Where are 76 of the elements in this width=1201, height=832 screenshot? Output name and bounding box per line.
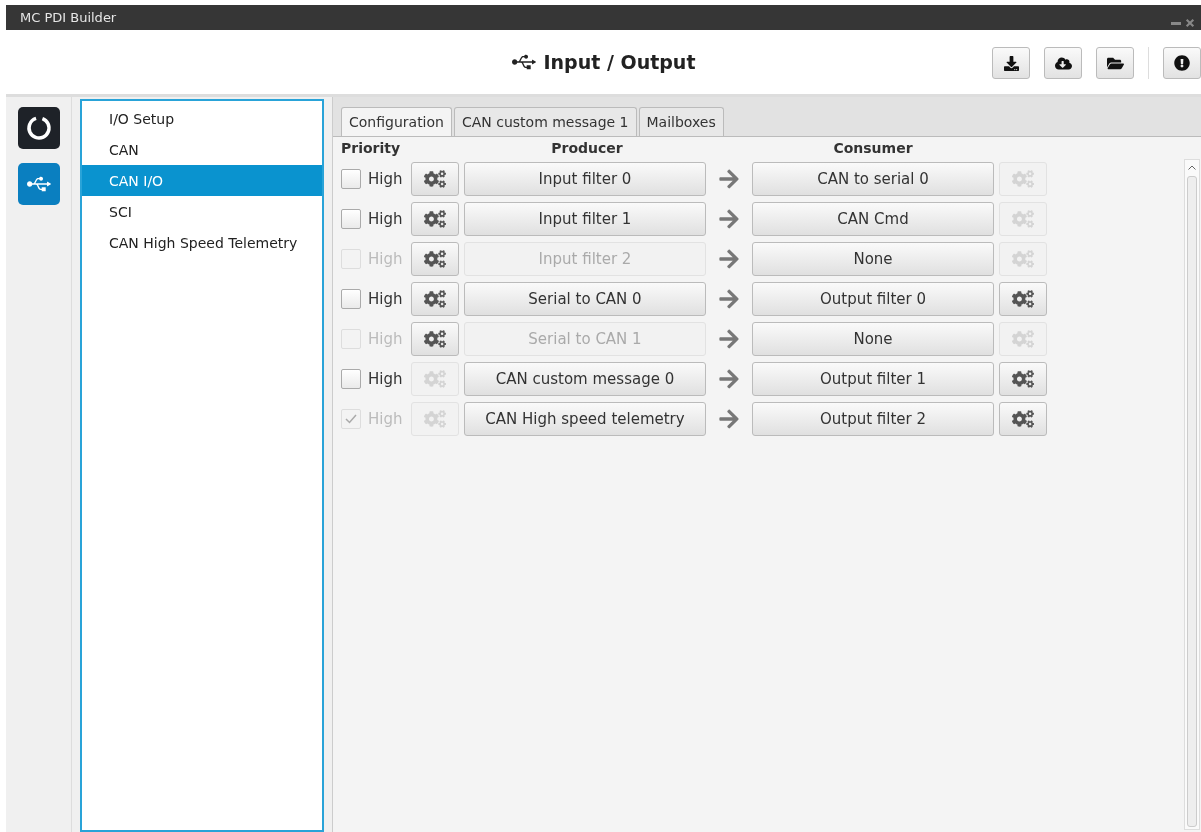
usb-button[interactable] xyxy=(17,163,60,205)
gears-icon xyxy=(424,408,446,430)
column-header: Consumer xyxy=(832,140,914,156)
gears-icon xyxy=(1012,368,1034,390)
settings-button[interactable] xyxy=(999,402,1047,436)
gears-icon xyxy=(1012,248,1034,270)
priority-label: High xyxy=(368,290,403,308)
arrow-right-icon xyxy=(718,368,740,390)
power-button[interactable] xyxy=(17,107,60,149)
priority-label: High xyxy=(368,210,403,228)
priority-label: High xyxy=(368,370,403,388)
producer-button[interactable]: CAN custom message 0 xyxy=(464,362,706,396)
gears-icon xyxy=(424,168,446,190)
column-header: Producer xyxy=(550,140,624,156)
gears-icon xyxy=(424,208,446,230)
priority-label: High xyxy=(368,330,403,348)
info-icon xyxy=(1174,55,1190,71)
settings-button[interactable] xyxy=(411,282,459,316)
arrow-right-icon xyxy=(718,208,740,230)
gears-icon xyxy=(424,248,446,270)
priority-label: High xyxy=(368,170,403,188)
arrow-right-icon xyxy=(718,168,740,190)
chevron-up-icon[interactable] xyxy=(1188,164,1196,170)
sidebar-item[interactable]: CAN High Speed Telemetry xyxy=(82,227,322,258)
settings-button[interactable] xyxy=(411,162,459,196)
sidebar-item[interactable]: CAN xyxy=(82,134,322,165)
tab[interactable]: Mailboxes xyxy=(638,107,724,136)
column-header: Priority xyxy=(341,140,402,156)
check-icon xyxy=(345,414,357,424)
producer-button[interactable]: Input filter 1 xyxy=(464,202,706,236)
priority-label: High xyxy=(368,410,403,428)
arrow-right-icon xyxy=(718,288,740,310)
download-button[interactable] xyxy=(992,47,1030,79)
consumer-button[interactable]: CAN Cmd xyxy=(752,202,994,236)
settings-button[interactable] xyxy=(411,202,459,236)
priority-checkbox[interactable] xyxy=(341,209,361,229)
producer-button[interactable]: CAN High speed telemetry xyxy=(464,402,706,436)
producer-button[interactable]: Serial to CAN 0 xyxy=(464,282,706,316)
priority-label: High xyxy=(368,250,403,268)
settings-button[interactable] xyxy=(411,322,459,356)
priority-checkbox[interactable] xyxy=(341,289,361,309)
gears-icon xyxy=(424,368,446,390)
open-folder-button[interactable] xyxy=(1096,47,1134,79)
sidebar-item[interactable]: I/O Setup xyxy=(82,103,322,134)
page-title: Input / Output xyxy=(543,51,696,73)
priority-checkbox[interactable] xyxy=(341,169,361,189)
priority-checkbox[interactable] xyxy=(341,369,361,389)
tab[interactable]: Configuration xyxy=(341,107,452,136)
settings-button[interactable] xyxy=(999,282,1047,316)
settings-button[interactable] xyxy=(999,362,1047,396)
gears-icon xyxy=(1012,208,1034,230)
consumer-button[interactable]: Output filter 2 xyxy=(752,402,994,436)
consumer-button[interactable]: None xyxy=(752,242,994,276)
window-title: MC PDI Builder xyxy=(20,10,117,25)
arrow-right-icon xyxy=(718,328,740,350)
cloud-download-button[interactable] xyxy=(1044,47,1082,79)
consumer-button[interactable]: None xyxy=(752,322,994,356)
gears-icon xyxy=(1012,168,1034,190)
arrow-right-icon xyxy=(718,408,740,430)
download-icon xyxy=(1003,55,1019,71)
info-button[interactable] xyxy=(1163,47,1201,79)
sidebar-item[interactable]: SCI xyxy=(82,196,322,227)
ring-icon xyxy=(24,114,53,142)
arrow-right-icon xyxy=(718,248,740,270)
consumer-button[interactable]: Output filter 0 xyxy=(752,282,994,316)
producer-button[interactable]: Input filter 0 xyxy=(464,162,706,196)
settings-button[interactable] xyxy=(411,242,459,276)
gears-icon xyxy=(1012,288,1034,310)
consumer-button[interactable]: CAN to serial 0 xyxy=(752,162,994,196)
gears-icon xyxy=(424,288,446,310)
gears-icon xyxy=(424,328,446,350)
gears-icon xyxy=(1012,328,1034,350)
consumer-button[interactable]: Output filter 1 xyxy=(752,362,994,396)
scrollbar[interactable] xyxy=(1184,159,1200,830)
tab[interactable]: CAN custom message 1 xyxy=(453,107,637,136)
gears-icon xyxy=(1012,408,1034,430)
